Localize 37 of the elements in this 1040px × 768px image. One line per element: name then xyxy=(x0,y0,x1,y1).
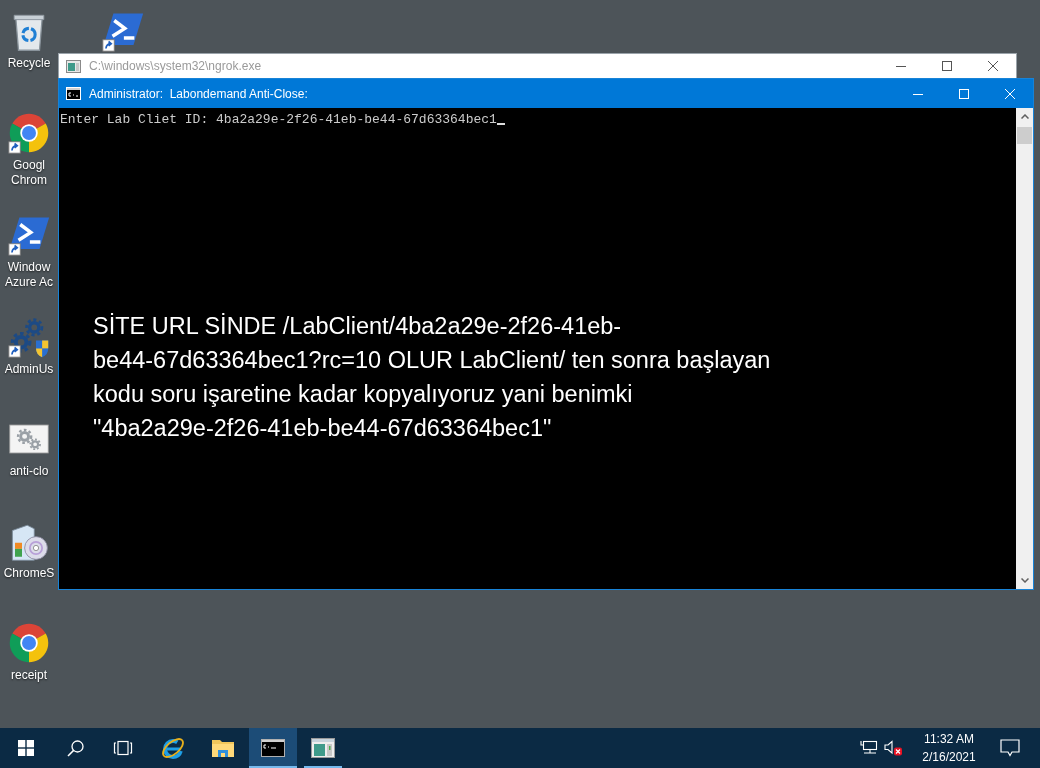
desktop-icon-label[interactable]: anti-clo xyxy=(9,464,49,479)
browser-logo-icon[interactable] xyxy=(8,622,50,664)
console-line: Enter Lab Cliet ID: 4ba2a29e-2f26-41eb-be44-67d63364bec1 xyxy=(60,112,497,128)
windows-logo-icon xyxy=(17,740,34,756)
maximize-icon xyxy=(942,61,952,71)
console-icon xyxy=(261,739,285,757)
scrollbar-thumb[interactable] xyxy=(1017,127,1032,144)
desktop-icon-label[interactable]: Recycle xyxy=(7,56,51,71)
scrollbar[interactable] xyxy=(1016,108,1033,589)
gears-shield-icon[interactable] xyxy=(8,316,50,358)
chevron-up-icon xyxy=(1020,114,1029,119)
desktop-icon-label[interactable]: Googl Chrom xyxy=(1,158,57,188)
maximize-icon xyxy=(959,88,969,99)
window-title: Administrator: Labondemand Anti-Close: xyxy=(89,86,309,101)
browser-e-icon xyxy=(160,735,186,761)
notification-icon xyxy=(1000,739,1020,757)
clock-time[interactable]: 11:32 AM xyxy=(924,730,974,748)
chevron-down-icon xyxy=(1020,578,1029,583)
desktop-icon-label[interactable]: Window Azure Ac xyxy=(1,260,57,290)
desktop-icon-label[interactable]: ChromeS xyxy=(3,566,55,581)
window-icon xyxy=(311,738,335,758)
clock-date[interactable]: 2/16/2021 xyxy=(922,748,976,766)
close-icon xyxy=(988,61,998,71)
close-icon xyxy=(1005,88,1015,99)
annotation-text: SİTE URL SİNDE /LabClient/4ba2a29e-2f26-41eb- be44-67d63364bec1?rc=10 OLUR LabClient/ ten sonra başlayan kodu soru işaretine kadar kopyalıyoruz yani benimki "4ba2a29e-2f26-41eb-be44-67d63364bec1" xyxy=(93,312,772,443)
console-icon xyxy=(66,87,81,100)
desktop-icon-label[interactable]: receipt xyxy=(11,668,47,683)
speaker-icon[interactable] xyxy=(884,740,902,756)
console-taskbar-button[interactable] xyxy=(249,728,297,768)
window-title: C:\windows\system32\ngrok.exe xyxy=(89,59,263,73)
search-icon xyxy=(66,739,84,757)
window-icon xyxy=(66,59,81,73)
desktop-icon-label[interactable]: AdminUs xyxy=(4,362,54,377)
network-icon[interactable] xyxy=(860,740,878,756)
browser-logo-icon[interactable] xyxy=(8,112,50,154)
task-view-icon xyxy=(113,740,133,756)
folder-icon xyxy=(211,738,235,758)
